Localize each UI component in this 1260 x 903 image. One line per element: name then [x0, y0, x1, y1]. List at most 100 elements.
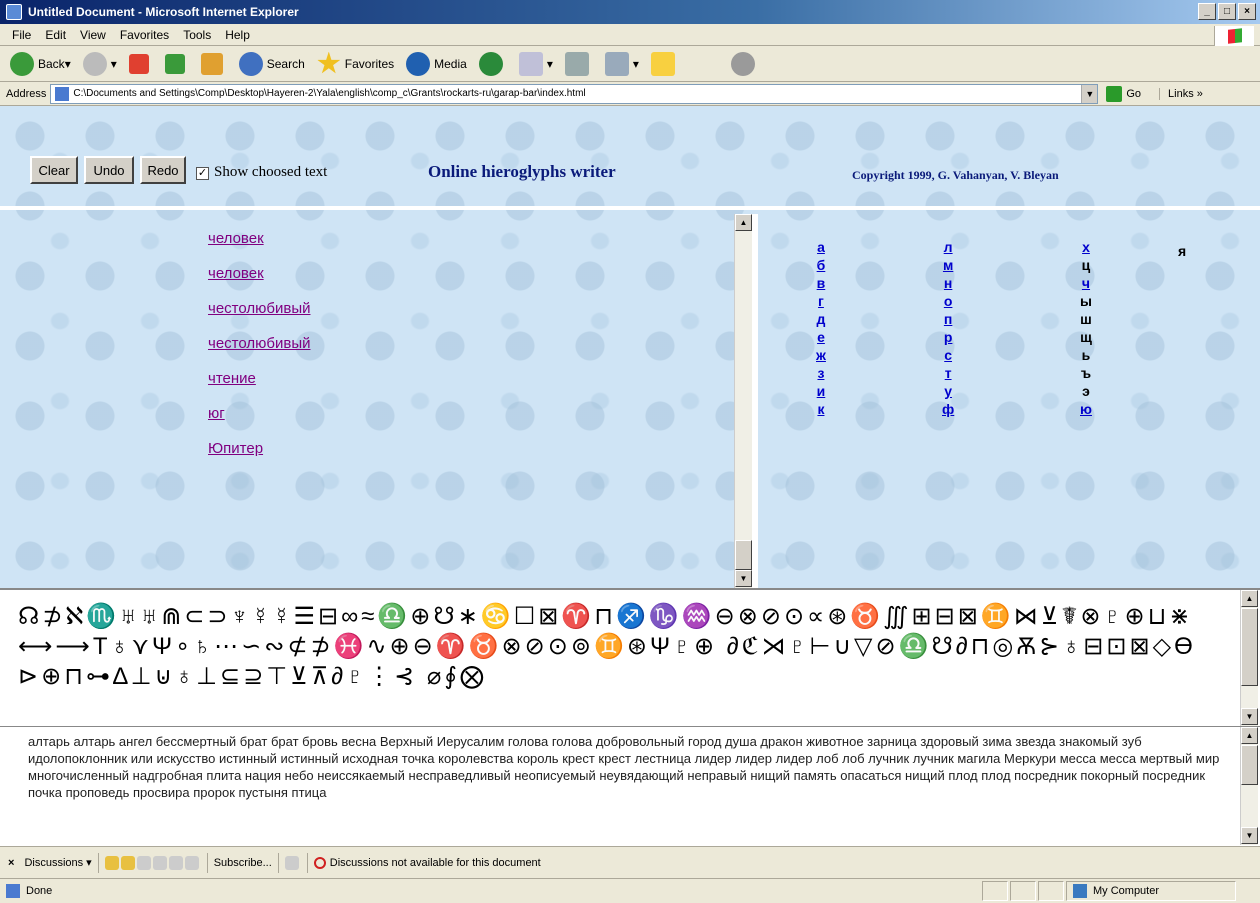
word-link[interactable]: человек	[208, 265, 310, 300]
links-button[interactable]: Links »	[1159, 87, 1203, 100]
letter-link[interactable]: и	[817, 382, 826, 400]
favorites-button[interactable]: Favorites	[317, 51, 394, 76]
word-link[interactable]: честолюбивый	[208, 335, 310, 370]
minimize-button[interactable]: _	[1198, 3, 1216, 20]
letter-link[interactable]: з	[817, 364, 824, 382]
scroll-thumb[interactable]	[1241, 745, 1258, 785]
edit-button[interactable]: ▾	[604, 51, 639, 76]
letter-link[interactable]: к	[817, 400, 824, 418]
letter-link[interactable]: ф	[942, 400, 954, 418]
letter-link[interactable]: л	[944, 238, 953, 256]
favorites-star-icon	[317, 51, 341, 74]
letter-link[interactable]: т	[945, 364, 952, 382]
word-link[interactable]: чтение	[208, 370, 310, 405]
stop-button[interactable]	[128, 53, 153, 74]
menu-favorites[interactable]: Favorites	[120, 28, 169, 42]
letter-text: ы	[1080, 293, 1092, 309]
go-button[interactable]: Go	[1106, 85, 1141, 102]
word-link[interactable]: человек	[208, 230, 310, 265]
letter-link[interactable]: м	[943, 256, 953, 274]
menu-view[interactable]: View	[80, 28, 106, 42]
subscribe-button[interactable]: Subscribe...	[214, 857, 272, 869]
mail-button[interactable]: ▾	[518, 51, 553, 76]
reply-icon[interactable]	[136, 855, 151, 870]
word-catalog[interactable]: алтарь алтарь ангел бессмертный брат бра…	[0, 726, 1260, 846]
home-button[interactable]	[200, 52, 227, 75]
top-frame: Clear Undo Redo ✓ Show choosed text Onli…	[0, 106, 1260, 210]
print-button[interactable]	[564, 51, 593, 76]
letter-link[interactable]: н	[944, 274, 952, 292]
letter-link[interactable]: х	[1082, 238, 1090, 256]
back-button[interactable]: Back ▾	[10, 51, 71, 76]
window-title: Untitled Document - Microsoft Internet E…	[28, 5, 299, 19]
address-input[interactable]: C:\Documents and Settings\Comp\Desktop\H…	[50, 83, 1099, 104]
menu-help[interactable]: Help	[225, 28, 250, 42]
insert-discussion-icon[interactable]	[104, 855, 119, 870]
letter-link[interactable]: ч	[1082, 274, 1090, 292]
back-arrow-icon	[10, 51, 34, 76]
notes-button[interactable]	[650, 51, 679, 76]
stop-discussion-icon[interactable]	[284, 855, 299, 870]
letter-link[interactable]: г	[818, 292, 824, 310]
show-pane-icon[interactable]	[184, 855, 199, 870]
letter-link[interactable]: е	[817, 328, 825, 346]
close-discussions-icon[interactable]: ×	[8, 857, 14, 869]
refresh-button[interactable]	[164, 53, 189, 74]
scroll-down-icon[interactable]: ▼	[1241, 827, 1258, 844]
menu-edit[interactable]: Edit	[45, 28, 66, 42]
clear-button[interactable]: Clear	[30, 156, 78, 184]
catalog-scrollbar[interactable]: ▲ ▼	[1240, 727, 1258, 845]
glyph-scrollbar[interactable]: ▲ ▼	[1240, 590, 1258, 726]
letter-link[interactable]: а	[817, 238, 825, 256]
page-done-icon	[6, 884, 20, 898]
word-link[interactable]: Юпитер	[208, 440, 310, 475]
status-bar: Done My Computer	[0, 878, 1260, 903]
history-button[interactable]	[478, 51, 507, 76]
words-scrollbar[interactable]: ▲ ▼	[734, 214, 752, 588]
scroll-down-icon[interactable]: ▼	[1241, 708, 1258, 725]
letter-link[interactable]: б	[817, 256, 826, 274]
security-zone: My Computer	[1066, 881, 1236, 901]
edit-discussion-icon[interactable]	[120, 855, 135, 870]
scroll-down-icon[interactable]: ▼	[735, 570, 752, 587]
title-bar: Untitled Document - Microsoft Internet E…	[0, 0, 1260, 24]
media-button[interactable]: Media	[406, 51, 467, 76]
expand-icon[interactable]	[152, 855, 167, 870]
forward-button[interactable]: ▾	[82, 51, 117, 76]
undo-button[interactable]: Undo	[84, 156, 134, 184]
letter-link[interactable]: п	[944, 310, 952, 328]
word-list: человек человек честолюбивый честолюбивы…	[208, 230, 310, 475]
discussions-button[interactable]: Discussions	[24, 857, 83, 869]
letter-link[interactable]: ю	[1080, 400, 1092, 418]
letter-link[interactable]: в	[817, 274, 826, 292]
scroll-up-icon[interactable]: ▲	[735, 214, 752, 231]
collapse-icon[interactable]	[168, 855, 183, 870]
refresh-icon	[164, 53, 185, 74]
letter-link[interactable]: ж	[816, 346, 826, 364]
show-chosen-checkbox[interactable]: ✓	[196, 167, 209, 180]
letter-link[interactable]: р	[944, 328, 953, 346]
maximize-button[interactable]: □	[1218, 3, 1236, 20]
letter-link[interactable]: о	[944, 292, 953, 310]
scroll-up-icon[interactable]: ▲	[1241, 590, 1258, 607]
redo-button[interactable]: Redo	[140, 156, 186, 184]
letter-text: я	[1178, 243, 1187, 259]
hieroglyph-glyphs[interactable]: ☊⊅ℵ♏♅♅⋒⊂⊃♆☿☿☰⊟∞≈♎⊕☋∗♋☐⊠♈⊓♐♑♒⊖⊗⊘⊙∝⊛♉∭⊞⊟⊠♊…	[18, 602, 1218, 692]
scroll-up-icon[interactable]: ▲	[1241, 727, 1258, 744]
word-catalog-text[interactable]: алтарь алтарь ангел бессмертный брат бра…	[28, 733, 1224, 801]
word-link[interactable]: честолюбивый	[208, 300, 310, 335]
menu-file[interactable]: File	[12, 28, 31, 42]
search-button[interactable]: Search	[238, 51, 305, 76]
scroll-thumb[interactable]	[735, 540, 752, 570]
close-button[interactable]: ×	[1238, 3, 1256, 20]
letter-link[interactable]: с	[944, 346, 952, 364]
menu-tools[interactable]: Tools	[183, 28, 211, 42]
letter-link[interactable]: д	[817, 310, 826, 328]
hieroglyph-palette[interactable]: ☊⊅ℵ♏♅♅⋒⊂⊃♆☿☿☰⊟∞≈♎⊕☋∗♋☐⊠♈⊓♐♑♒⊖⊗⊘⊙∝⊛♉∭⊞⊟⊠♊…	[0, 588, 1260, 726]
letter-link[interactable]: у	[944, 382, 952, 400]
word-link[interactable]: юг	[208, 405, 310, 440]
scroll-thumb[interactable]	[1241, 608, 1258, 686]
media-icon	[406, 51, 431, 76]
address-dropdown-icon[interactable]: ▼	[1081, 84, 1098, 103]
messenger-button[interactable]	[730, 51, 759, 76]
